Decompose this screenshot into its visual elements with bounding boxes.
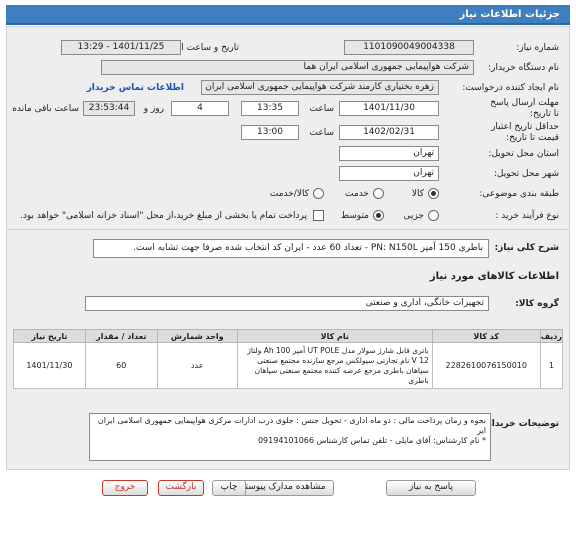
notes-label: توضیحات خریدار: <box>483 419 559 429</box>
general-desc-label: شرح کلی نیاز: <box>494 243 559 253</box>
goods-section-title: اطلاعات کالاهای مورد نیاز <box>429 271 559 282</box>
exit-button[interactable]: خروج <box>102 480 148 496</box>
days-remaining-field: 4 <box>171 101 229 116</box>
col-header-row: ردیف <box>539 329 564 343</box>
need-number-field: 1101090049004338 <box>344 40 474 55</box>
col-header-name: نام کالا <box>236 329 433 343</box>
table-header-row: ردیف کد کالا نام کالا واحد شمارش تعداد /… <box>13 329 564 343</box>
cell-code: 2282610076150010 <box>431 342 541 389</box>
buyer-org-label: نام دستگاه خریدار: <box>488 63 559 73</box>
deadline-label: مهلت ارسال پاسخ تا تاریخ: <box>490 98 559 119</box>
category-option-goods: کالا <box>411 189 424 199</box>
treasury-payment-note: پرداخت تمام یا بخشی از مبلغ خرید،از محل … <box>19 211 307 221</box>
general-desc-field: باطری 150 آمپر PN: N150L - تعداد 60 عدد … <box>93 239 489 258</box>
reply-button[interactable]: پاسخ به نیاز <box>386 480 476 496</box>
requester-field: زهره بختیاری کارمند شرکت هواپیمایی جمهور… <box>201 80 439 95</box>
goods-table: ردیف کد کالا نام کالا واحد شمارش تعداد /… <box>13 329 564 389</box>
cell-date: 1401/11/30 <box>13 342 86 389</box>
back-button[interactable]: بازگشت <box>158 480 204 496</box>
city-field: تهران <box>339 166 439 181</box>
category-radio-goods[interactable] <box>428 188 439 199</box>
buyer-org-field: شرکت هواپیمایی جمهوری اسلامی ایران هما <box>101 60 474 75</box>
validity-time-field: 13:00 <box>241 125 299 140</box>
col-header-date: تاریخ نیاز <box>13 329 86 343</box>
need-details-panel: شماره نیاز: 1101090049004338 تاریخ و ساع… <box>6 26 570 470</box>
category-radio-goods-service[interactable] <box>313 188 324 199</box>
print-button[interactable]: چاپ <box>212 480 246 496</box>
cell-unit: عدد <box>156 342 238 389</box>
category-label: طبقه بندی موضوعی: <box>479 189 559 199</box>
cell-name: باتری قابل شارژ سولار مدل UT POLE آمپر 1… <box>236 342 433 389</box>
col-header-unit: واحد شمارش <box>156 329 238 343</box>
table-row: 1 2282610076150010 باتری قابل شارژ سولار… <box>13 342 564 389</box>
province-label: استان محل تحویل: <box>488 149 559 159</box>
province-field: تهران <box>339 146 439 161</box>
process-option-minor: جزیی <box>403 211 424 221</box>
treasury-payment-checkbox[interactable] <box>313 210 324 221</box>
goods-group-field: تجهیزات خانگی، اداری و صنعتی <box>85 296 489 311</box>
time-remaining-field: 23:53:44 <box>83 101 135 116</box>
process-radio-medium[interactable] <box>373 210 384 221</box>
validity-date-field: 1402/02/31 <box>339 125 439 140</box>
deadline-time-label: ساعت <box>309 104 335 114</box>
days-label: روز و <box>143 104 164 114</box>
deadline-time-field: 13:35 <box>241 101 299 116</box>
time-remaining-label: ساعت باقی مانده <box>12 104 79 114</box>
category-option-service: خدمت <box>345 189 369 199</box>
page-header: جزئیات اطلاعات نیاز <box>6 5 570 25</box>
goods-group-label: گروه کالا: <box>515 299 559 309</box>
city-label: شهر محل تحویل: <box>493 169 559 179</box>
category-option-goods-service: کالا/خدمت <box>269 189 309 199</box>
validity-label: حداقل تاریخ اعتبار قیمت تا تاریخ: <box>491 122 559 143</box>
notes-field: نحوه و زمان پرداخت مالی : دو ماه اداری -… <box>89 413 491 461</box>
category-radio-service[interactable] <box>373 188 384 199</box>
deadline-date-field: 1401/11/30 <box>339 101 439 116</box>
need-number-label: شماره نیاز: <box>516 43 559 53</box>
divider <box>7 229 569 230</box>
requester-label: نام ایجاد کننده درخواست: <box>462 83 559 93</box>
cell-row: 1 <box>539 342 564 389</box>
col-header-code: کد کالا <box>431 329 541 343</box>
buyer-contact-link[interactable]: اطلاعات تماس خریدار <box>87 83 184 93</box>
process-radio-minor[interactable] <box>428 210 439 221</box>
notes-line-2: * نام کارشناس: آقای مایلی - تلفن تماس کا… <box>257 436 486 445</box>
col-header-qty: تعداد / مقدار <box>84 329 158 343</box>
announce-datetime-field: 1401/11/25 - 13:29 <box>61 40 181 55</box>
process-label: نوع فرآیند خرید : <box>495 211 559 221</box>
validity-time-label: ساعت <box>309 128 335 138</box>
notes-line-1: نحوه و زمان پرداخت مالی : دو ماه اداری -… <box>97 416 486 435</box>
process-option-medium: متوسط <box>340 211 369 221</box>
cell-qty: 60 <box>84 342 158 389</box>
